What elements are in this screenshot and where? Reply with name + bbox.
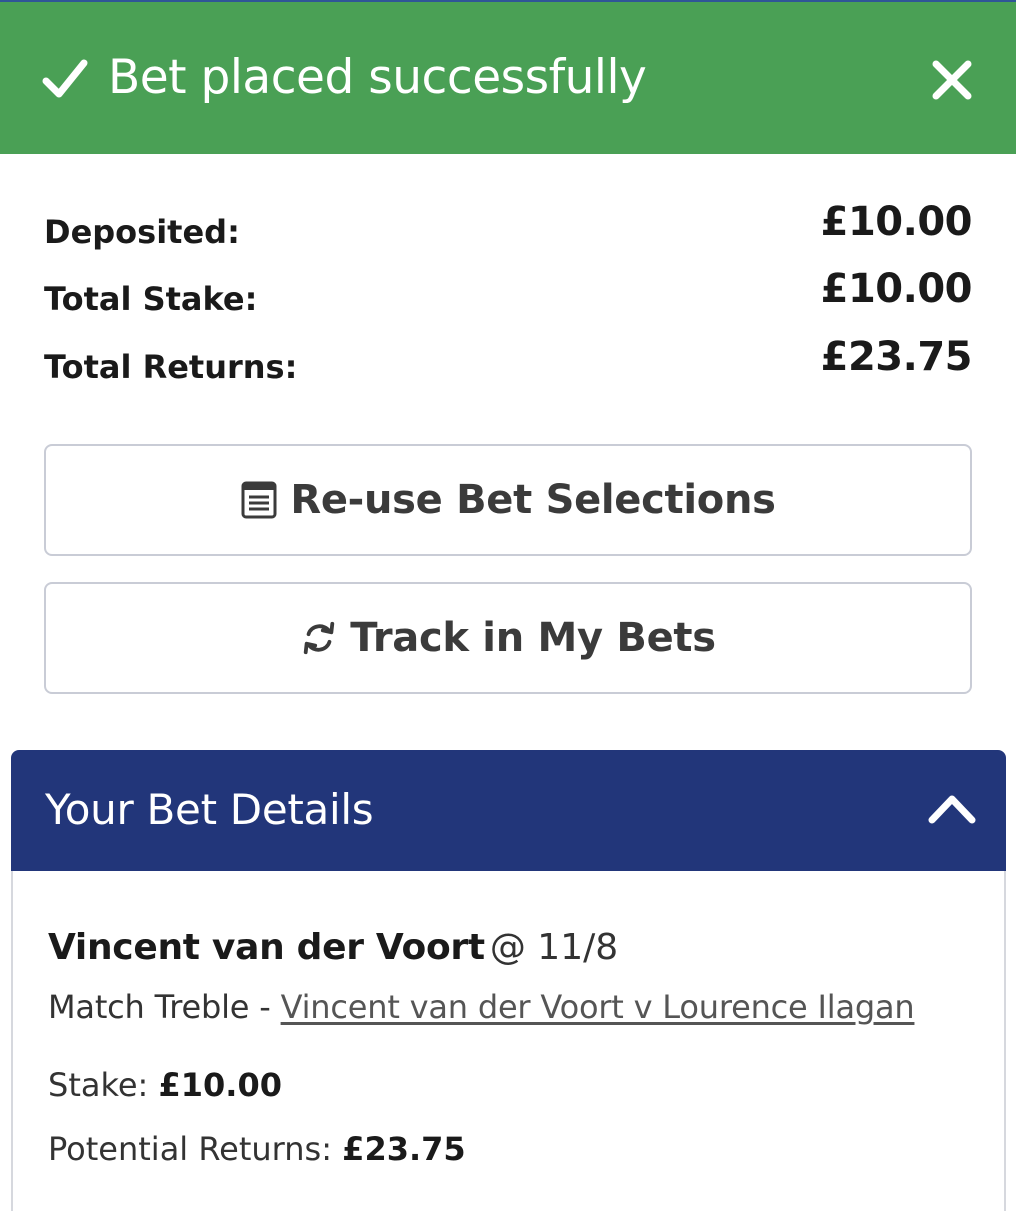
summary-value: £23.75	[820, 334, 973, 380]
bet-details-body: Vincent van der Voort @ 11/8 Match Trebl…	[11, 871, 1006, 1211]
reuse-selections-content: Re-use Bet Selections	[240, 477, 776, 523]
close-icon[interactable]	[926, 54, 978, 106]
market-prefix: Match Treble -	[48, 988, 281, 1026]
reuse-selections-button[interactable]: Re-use Bet Selections	[44, 444, 972, 556]
potential-returns-line: Potential Returns: £23.75	[48, 1127, 466, 1171]
event-link[interactable]: Vincent van der Voort v Lourence Ilagan	[281, 988, 915, 1026]
summary-deposited: Deposited: £10.00	[44, 199, 973, 257]
bet-details-header[interactable]: Your Bet Details	[11, 750, 1006, 871]
potential-returns-value: £23.75	[342, 1130, 466, 1168]
summary-label: Total Stake:	[44, 280, 258, 318]
selection-line: Vincent van der Voort @ 11/8	[48, 925, 618, 977]
selection-name: Vincent van der Voort	[48, 927, 485, 968]
potential-returns-label: Potential Returns:	[48, 1130, 343, 1168]
track-my-bets-content: Track in My Bets	[300, 615, 716, 661]
selection-odds: @ 11/8	[489, 927, 619, 968]
check-icon	[42, 59, 88, 98]
stake-value: £10.00	[158, 1066, 282, 1104]
success-banner: Bet placed successfully	[0, 2, 1016, 154]
summary-value: £10.00	[820, 266, 973, 312]
stake-line: Stake: £10.00	[48, 1063, 282, 1107]
summary-label: Deposited:	[44, 213, 240, 251]
refresh-icon	[304, 621, 335, 655]
chevron-up-icon[interactable]	[927, 790, 977, 826]
summary-label: Total Returns:	[44, 348, 298, 386]
reuse-selections-label: Re-use Bet Selections	[290, 477, 776, 523]
stake-label: Stake:	[48, 1066, 159, 1104]
track-my-bets-button[interactable]: Track in My Bets	[44, 582, 972, 694]
summary-total-returns: Total Returns: £23.75	[44, 334, 973, 392]
summary-total-stake: Total Stake: £10.00	[44, 266, 973, 324]
market-line: Match Treble - Vincent van der Voort v L…	[48, 985, 915, 1029]
bet-details-title: Your Bet Details	[45, 785, 374, 834]
document-list-icon	[241, 481, 277, 519]
banner-title: Bet placed successfully	[108, 50, 647, 105]
track-my-bets-label: Track in My Bets	[350, 615, 716, 661]
summary-value: £10.00	[820, 199, 973, 245]
